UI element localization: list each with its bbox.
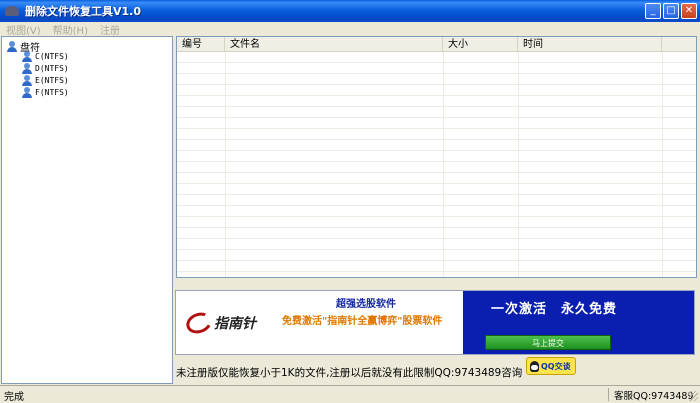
column-header-number[interactable]: 编号 [177,37,225,52]
ad-headline: 超强选股软件 [336,299,396,310]
ad-submit-button[interactable]: 马上提交 [485,335,611,350]
maximize-button[interactable]: □ [663,3,679,19]
qq-penguin-icon [530,360,539,372]
tree-item-label: C(NTFS) [35,52,69,61]
registration-notice: 未注册版仅能恢复小于1K的文件,注册以后就没有此限制QQ:9743489咨询 [176,367,523,379]
ad-subline: 免费激活"指南针全赢博弈"股票软件 [282,316,443,327]
tree-item-drive-e[interactable]: E(NTFS) [22,75,69,86]
column-header-filename[interactable]: 文件名 [225,37,443,52]
column-divider [225,52,226,277]
tree-item-drive-d[interactable]: D(NTFS) [22,63,69,74]
user-icon [22,51,32,62]
table-body[interactable] [177,52,696,277]
logo-text: 指南针 [214,316,256,332]
file-list-table[interactable]: 编号 文件名 大小 时间 [176,36,697,278]
status-divider [608,388,609,401]
user-icon [22,87,32,98]
qq-chat-button[interactable]: QQ交谈 [526,357,576,375]
tree-item-label: E(NTFS) [35,76,69,85]
column-divider [518,52,519,277]
resize-grip-icon[interactable] [688,391,698,401]
tree-item-label: F(NTFS) [35,88,69,97]
window-title: 删除文件恢复工具V1.0 [25,5,141,18]
menu-bar: 视图(V) 帮助(H) 注册 [0,22,700,37]
table-header: 编号 文件名 大小 时间 [177,37,696,52]
column-header-time[interactable]: 时间 [518,37,662,52]
drive-tree[interactable]: 盘符 C(NTFS) D(NTFS) E(NTFS) F(NTFS) [1,36,173,384]
menu-register[interactable]: 注册 [100,22,120,37]
tree-item-drive-f[interactable]: F(NTFS) [22,87,69,98]
tree-item-drive-c[interactable]: C(NTFS) [22,51,69,62]
compass-logo-icon [183,309,215,337]
status-text: 完成 [4,392,24,403]
user-icon [7,41,17,52]
ad-banner-left: 指南针 超强选股软件 免费激活"指南针全赢博弈"股票软件 [176,291,463,354]
minimize-button[interactable]: _ [645,3,661,19]
user-icon [22,63,32,74]
user-icon [22,75,32,86]
menu-help[interactable]: 帮助(H) [53,22,88,37]
status-bar: 完成 客服QQ:9743489 [0,385,700,403]
column-divider [443,52,444,277]
menu-view[interactable]: 视图(V) [6,22,41,37]
column-divider [662,52,663,277]
close-button[interactable]: ✕ [681,3,697,19]
title-bar: 删除文件恢复工具V1.0 _ □ ✕ [0,0,700,22]
app-icon [5,6,19,16]
qq-chat-label: QQ交谈 [541,361,571,371]
ad-slogan: 一次激活 永久免费 [491,302,618,317]
tree-item-label: D(NTFS) [35,64,69,73]
column-header-size[interactable]: 大小 [443,37,518,52]
ad-banner-right: 一次激活 永久免费 马上提交 [463,291,694,354]
support-qq: 客服QQ:9743489 [614,391,694,402]
ad-banner[interactable]: 指南针 超强选股软件 免费激活"指南针全赢博弈"股票软件 一次激活 永久免费 马… [175,290,695,355]
window-controls: _ □ ✕ [645,3,697,19]
